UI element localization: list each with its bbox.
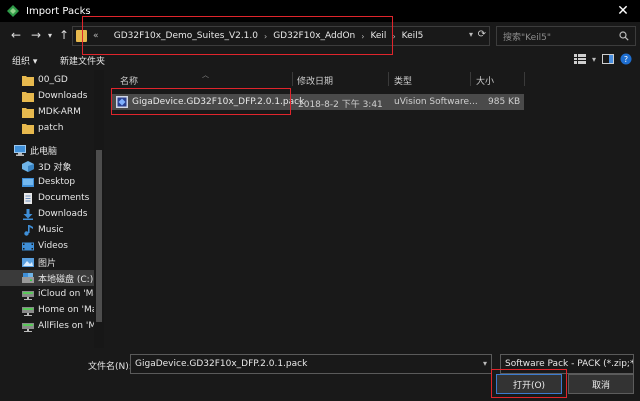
column-divider[interactable] [292, 72, 293, 86]
cancel-button[interactable]: 取消 [568, 374, 634, 394]
search-box[interactable]: 搜索"Keil5" [496, 26, 636, 46]
sidebar-item-label: Desktop [38, 177, 76, 187]
preview-pane-icon[interactable] [602, 54, 614, 64]
search-icon [619, 31, 629, 41]
sidebar-item-label: 00_GD [38, 75, 68, 85]
sidebar-item-downloads[interactable]: Downloads [0, 206, 104, 222]
file-type: uVision Software... [394, 97, 478, 107]
navigation-pane: 00_GD Downloads MDK-ARM patch 此电脑 3D 对象 … [0, 70, 104, 348]
view-dropdown-icon[interactable]: ▾ [592, 55, 596, 64]
window-title: Import Packs [26, 5, 91, 17]
sidebar-item-documents[interactable]: Documents [0, 190, 104, 206]
column-header-name[interactable]: 名称 [120, 74, 138, 87]
sidebar-item-label: Home on 'Mac [38, 305, 103, 315]
help-icon[interactable]: ? [620, 53, 632, 65]
sidebar-item-mdk-arm[interactable]: MDK-ARM [0, 104, 104, 120]
sidebar-scrollbar[interactable] [94, 70, 104, 348]
desktop-icon [22, 177, 34, 187]
cancel-button-label: 取消 [591, 380, 610, 391]
folder-icon [22, 91, 34, 102]
sidebar-item-local-disk-c[interactable]: 本地磁盘 (C:) [0, 270, 104, 286]
new-folder-button[interactable]: 新建文件夹 [60, 54, 105, 67]
music-icon [24, 224, 33, 236]
sidebar-item-label: Documents [38, 193, 90, 203]
close-button[interactable]: ✕ [606, 0, 640, 22]
sidebar-item-label: Downloads [38, 91, 88, 101]
network-drive-icon [22, 306, 34, 316]
sidebar-item-home-on-mac[interactable]: Home on 'Mac [0, 302, 104, 318]
close-icon: ✕ [617, 3, 629, 19]
breadcrumb-keil5[interactable]: Keil5 [402, 31, 424, 41]
search-input[interactable]: 搜索"Keil5" [503, 30, 619, 43]
sidebar-item-allfiles-on-mac[interactable]: AllFiles on 'Mac [0, 318, 104, 334]
sidebar-item-label: 本地磁盘 (C:) [38, 274, 94, 285]
filename-value[interactable]: GigaDevice.GD32F10x_DFP.2.0.1.pack [135, 359, 307, 369]
sidebar-item-label: Videos [38, 241, 68, 251]
filename-field[interactable]: GigaDevice.GD32F10x_DFP.2.0.1.pack ▾ [130, 354, 492, 374]
file-highlight-box [111, 88, 291, 115]
3d-objects-icon [22, 160, 34, 172]
column-divider[interactable] [470, 72, 471, 86]
sidebar-item-label: patch [38, 123, 64, 133]
pictures-icon [22, 257, 34, 267]
file-modified: 2018-8-2 下午 3:41 [298, 100, 383, 110]
arrow-up-icon: ↑ [58, 28, 70, 42]
sidebar-item-label: MDK-ARM [38, 107, 81, 117]
column-divider[interactable] [388, 72, 389, 86]
address-highlight-box [82, 16, 393, 55]
column-header-size[interactable]: 大小 [476, 74, 494, 87]
sidebar-item-label: 3D 对象 [38, 162, 72, 173]
computer-icon [14, 144, 26, 156]
sidebar-item-icloud-on-mac[interactable]: iCloud on 'Mac [0, 286, 104, 302]
videos-icon [22, 242, 34, 250]
sidebar-item-downloads-folder[interactable]: Downloads [0, 88, 104, 104]
sidebar-item-label: Music [38, 225, 64, 235]
address-history-dropdown[interactable]: ▾ [469, 30, 473, 39]
folder-icon [22, 75, 34, 86]
view-controls: ▾ ? [573, 53, 632, 65]
view-options-icon[interactable] [573, 54, 586, 64]
sidebar-item-label: Downloads [38, 209, 88, 219]
sidebar-item-label: 图片 [38, 258, 57, 269]
sidebar-item-3d-objects[interactable]: 3D 对象 [0, 158, 104, 174]
up-button[interactable]: ↑ [56, 27, 72, 43]
chevron-down-icon[interactable]: ▾ [483, 359, 487, 368]
sidebar-item-pictures[interactable]: 图片 [0, 254, 104, 270]
downloads-icon [23, 208, 33, 220]
arrow-left-icon: ← [10, 28, 22, 42]
column-divider[interactable] [524, 72, 525, 86]
sidebar-item-label: 此电脑 [30, 146, 58, 157]
sort-ascending-icon: ︿ [202, 71, 209, 79]
sidebar-item-videos[interactable]: Videos [0, 238, 104, 254]
keil-app-icon [7, 5, 19, 17]
sidebar-item-music[interactable]: Music [0, 222, 104, 238]
svg-text:?: ? [624, 55, 628, 64]
chevron-down-icon: ▾ [47, 30, 52, 40]
network-drive-icon [22, 290, 34, 300]
documents-icon [24, 192, 32, 204]
file-type-value[interactable]: Software Pack - PACK (*.zip;*.pack) [505, 359, 633, 369]
drive-icon [22, 272, 34, 283]
refresh-icon[interactable]: ⟳ [478, 29, 486, 40]
column-header-type[interactable]: 类型 [394, 74, 412, 87]
arrow-right-icon: → [30, 28, 42, 42]
filename-label: 文件名(N): [88, 362, 132, 372]
sidebar-item-patch[interactable]: patch [0, 120, 104, 136]
import-packs-dialog: Import Packs ✕ ← → ▾ ↑ « › GD32F10x_Demo… [0, 0, 640, 401]
sidebar-item-desktop[interactable]: Desktop [0, 174, 104, 190]
folder-icon [22, 123, 34, 134]
back-button[interactable]: ← [8, 27, 24, 43]
open-highlight-box [491, 369, 567, 398]
sidebar-scrollbar-thumb[interactable] [96, 150, 102, 322]
sidebar-item-this-pc[interactable]: 此电脑 [0, 142, 104, 158]
file-size: 985 KB [488, 97, 521, 107]
network-drive-icon [22, 322, 34, 332]
organize-menu[interactable]: 组织 ▾ [12, 54, 37, 67]
folder-icon [22, 107, 34, 118]
sidebar-item-00-gd[interactable]: 00_GD [0, 72, 104, 88]
column-header-modified[interactable]: 修改日期 [297, 74, 333, 87]
